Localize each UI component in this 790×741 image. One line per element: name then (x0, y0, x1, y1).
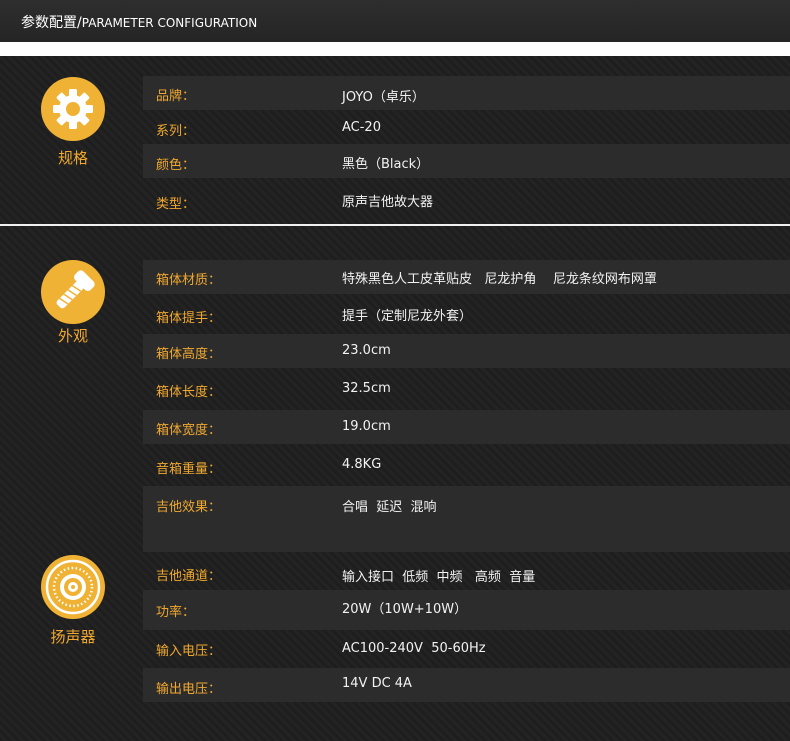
spec-value: JOYO（卓乐） (342, 90, 425, 105)
appearance-row: 音箱重量： 4.8KG (143, 444, 790, 486)
speaker-row: 输入电压： AC100-240V 50-60Hz (143, 630, 790, 668)
appearance-row: 箱体材质： 特殊黑色人工皮革贴皮 尼龙护角 尼龙条纹网布网罩 (143, 260, 790, 294)
appearance-row: 吉他效果： 合唱 延迟 混响 (143, 486, 790, 552)
gear-icon (41, 77, 105, 141)
spec-label: 颜色： (156, 158, 196, 173)
spec-value: 黑色（Black） (342, 157, 430, 172)
header-divider (0, 42, 790, 56)
appearance-row: 箱体宽度： 19.0cm (143, 410, 790, 444)
speaker-row: 输出电压： 14V DC 4A (143, 668, 790, 702)
spec-value: 原声吉他故大器 (342, 195, 434, 210)
speaker-row: 吉他通道： 输入接口 低频 中频 高频 音量 (143, 556, 790, 590)
speaker-row: 功率： 20W（10W+10W） (143, 590, 790, 630)
appearance-label: 箱体长度： (156, 385, 222, 400)
spec-row: 品牌： JOYO（卓乐） (143, 76, 790, 110)
spec-row: 类型： 原声吉他故大器 (143, 178, 790, 220)
page-title: 参数配置/PARAMETER CONFIGURATION (21, 12, 257, 32)
appearance-value: 合唱 延迟 混响 (342, 500, 437, 515)
appearance-label: 吉他效果： (156, 500, 222, 515)
appearance-value: 32.5cm (342, 381, 391, 396)
speaker-label: 输出电压： (156, 682, 222, 697)
appearance-row: 箱体高度： 23.0cm (143, 334, 790, 368)
appearance-label: 箱体高度： (156, 347, 222, 362)
speaker-section-title: 扬声器 (50, 628, 96, 646)
appearance-label: 音箱重量： (156, 462, 222, 477)
page-header: 参数配置/PARAMETER CONFIGURATION (0, 0, 790, 42)
speaker-value: AC100-240V 50-60Hz (342, 641, 486, 656)
spec-badge (40, 76, 106, 142)
speaker-label: 输入电压： (156, 644, 222, 659)
appearance-label: 箱体材质： (156, 273, 222, 288)
bolt-icon (41, 260, 105, 324)
spec-row: 颜色： 黑色（Black） (143, 144, 790, 178)
appearance-badge (40, 259, 106, 325)
speaker-value: 20W（10W+10W） (342, 602, 468, 617)
spec-row: 系列： AC-20 (143, 110, 790, 144)
spec-section-title: 规格 (57, 149, 88, 167)
appearance-section-title: 外观 (57, 327, 88, 345)
appearance-row: 箱体长度： 32.5cm (143, 368, 790, 410)
speaker-badge (40, 554, 106, 620)
spec-label: 品牌： (156, 89, 196, 104)
speaker-value: 14V DC 4A (342, 676, 412, 691)
speaker-value: 输入接口 低频 中频 高频 音量 (342, 570, 536, 585)
appearance-value: 4.8KG (342, 457, 382, 472)
spec-label: 系列： (156, 124, 196, 139)
speaker-icon (41, 555, 105, 619)
page-title-en: PARAMETER CONFIGURATION (81, 16, 258, 30)
spec-label: 类型： (156, 197, 196, 212)
appearance-value: 23.0cm (342, 343, 391, 358)
speaker-label: 功率： (156, 605, 196, 620)
page-title-cn: 参数配置/ (21, 15, 82, 31)
spec-value: AC-20 (342, 120, 381, 135)
appearance-label: 箱体宽度： (156, 423, 222, 438)
appearance-row: 箱体提手： 提手（定制尼龙外套） (143, 294, 790, 334)
appearance-value: 特殊黑色人工皮革贴皮 尼龙护角 尼龙条纹网布网罩 (342, 272, 657, 287)
speaker-label: 吉他通道： (156, 569, 222, 584)
appearance-label: 箱体提手： (156, 311, 222, 326)
appearance-value: 19.0cm (342, 419, 391, 434)
appearance-value: 提手（定制尼龙外套） (342, 309, 473, 324)
